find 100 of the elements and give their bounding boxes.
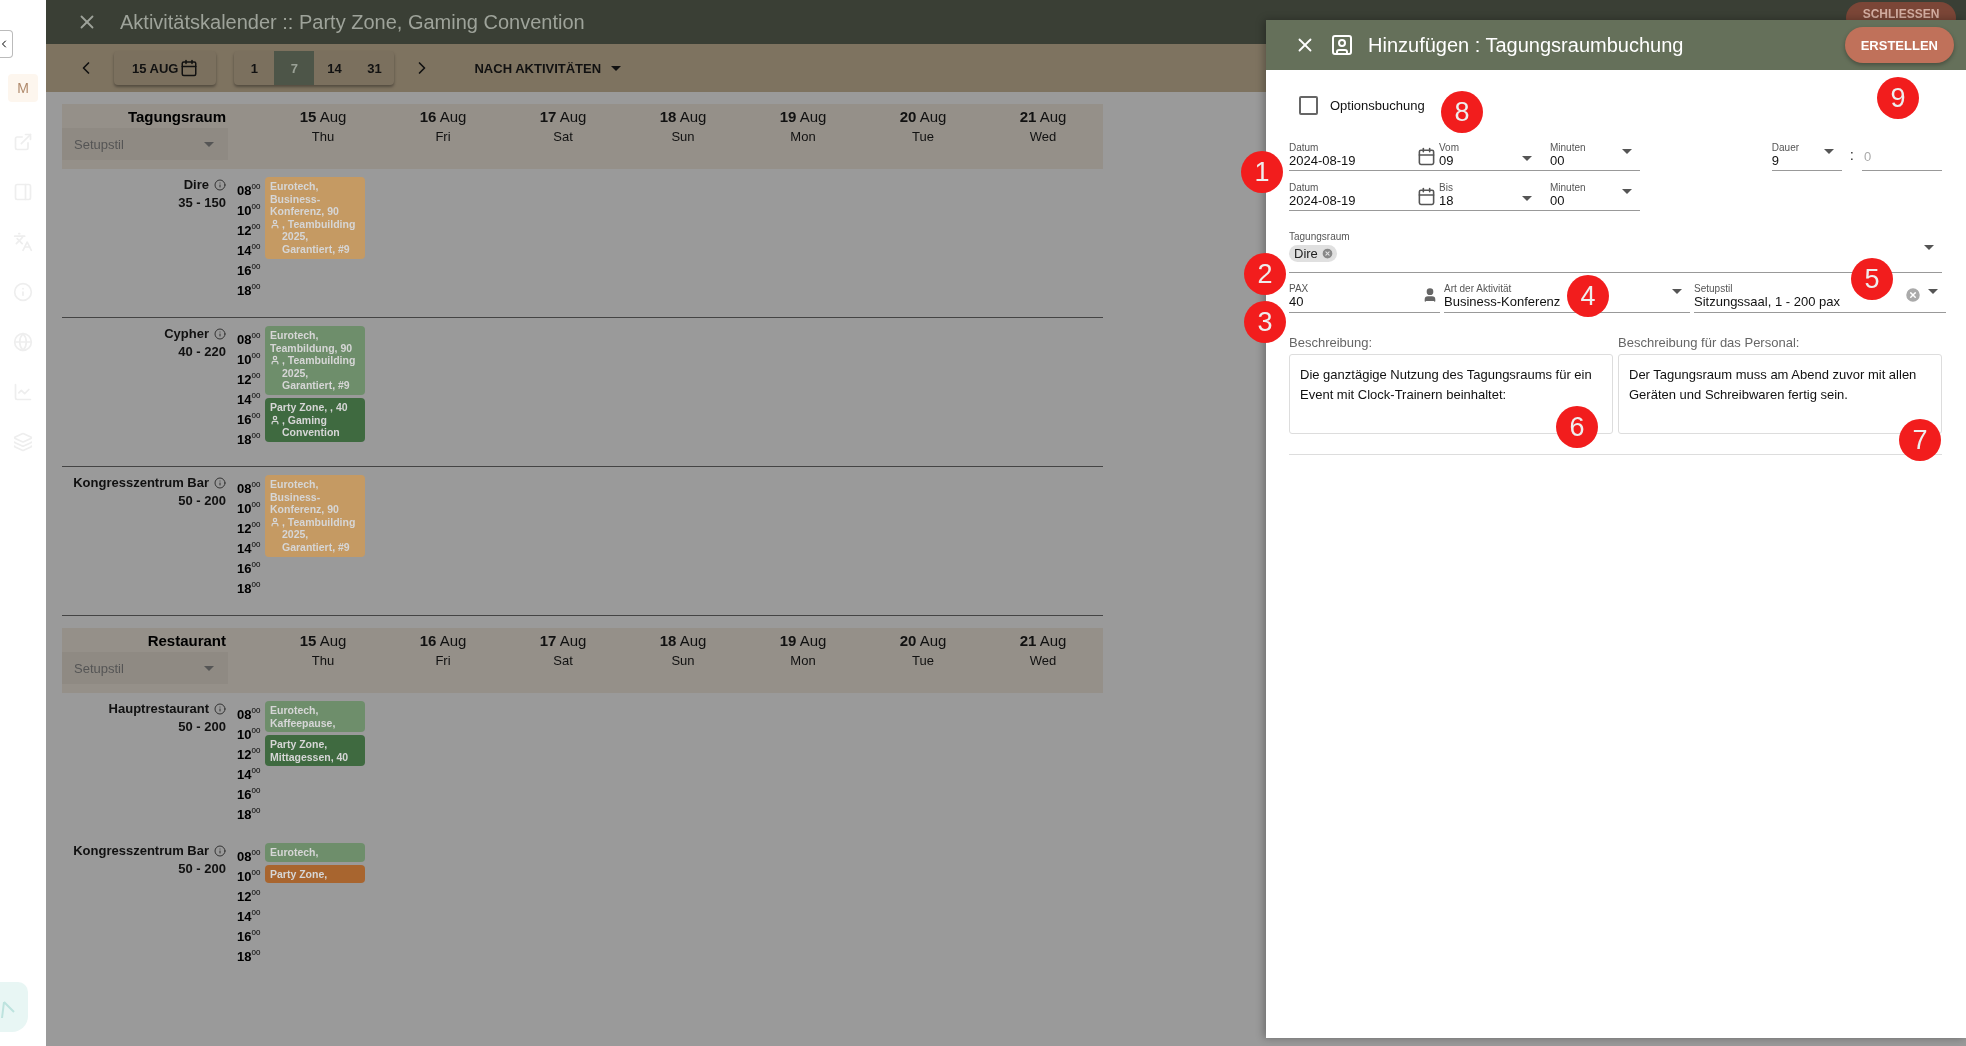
minute-select[interactable]: 00 [1550, 193, 1565, 208]
user-avatar[interactable]: M [8, 74, 38, 102]
minute-select[interactable]: 00 [1550, 153, 1565, 168]
activity-type-select[interactable]: Business-Konferenz [1444, 294, 1561, 309]
info-icon[interactable] [214, 476, 226, 489]
field-label: Datum [1289, 182, 1319, 193]
dropdown-caret-icon [611, 65, 622, 71]
event-text: , Teambuilding 2025, Garantiert, #9 [282, 515, 357, 554]
group-title: Tagungsraum [126, 107, 227, 125]
room-capacity: 50 - 200 [178, 719, 226, 734]
day-date: 21 Aug [1019, 108, 1067, 125]
room-name: Dire [183, 177, 209, 192]
field-label: Art der Aktivität [1444, 283, 1512, 294]
hour-select[interactable]: 09 [1439, 153, 1454, 168]
range-tab[interactable]: 1 [234, 51, 275, 85]
room-capacity: 50 - 200 [178, 861, 226, 876]
dropdown-caret-icon[interactable] [1622, 189, 1632, 194]
room-chip[interactable]: Dire [1289, 245, 1337, 262]
weekday: Tue [912, 653, 934, 668]
field-label: Minuten [1550, 182, 1586, 193]
time-separator: : [1849, 146, 1854, 165]
dropdown-caret-icon[interactable] [1672, 289, 1682, 294]
time-label: 12$^{00}$ [237, 370, 262, 386]
time-label: 08$^{00}$ [237, 705, 262, 721]
info-icon[interactable] [214, 702, 226, 715]
info-icon[interactable] [214, 844, 226, 857]
calendar-icon[interactable] [1417, 147, 1436, 166]
day-date: 17 Aug [539, 632, 587, 649]
event-block[interactable]: Eurotech, Kaffeepause, [265, 701, 365, 733]
field-label: Dauer [1771, 142, 1800, 153]
remove-chip-icon[interactable] [1320, 247, 1334, 260]
time-label: 18$^{00}$ [237, 805, 262, 821]
dropdown-caret-icon[interactable] [1823, 149, 1834, 154]
dropdown-caret-icon[interactable] [1928, 289, 1938, 294]
pax-field[interactable]: 40 [1289, 294, 1304, 309]
weekday: Tue [912, 129, 934, 144]
event-block[interactable]: Party Zone, , 40 , Gaming Convention [265, 397, 365, 442]
annotation-marker: 8 [1441, 91, 1483, 133]
time-label: 18$^{00}$ [237, 430, 262, 446]
room-name: Cypher [164, 326, 209, 341]
dropdown-caret-icon[interactable] [1522, 196, 1532, 201]
dialog-title: Hinzufügen : Tagungsraumbuchung [1368, 33, 1685, 57]
dropdown-caret-icon[interactable] [1522, 156, 1532, 161]
day-date: 15 Aug [299, 632, 347, 649]
event-block[interactable]: Eurotech, Teambildung, 90 , Teambuilding 2025, Garantiert, #9 [265, 326, 365, 395]
event-block[interactable]: Eurotech, [265, 843, 365, 862]
time-label: 12$^{00}$ [237, 887, 262, 903]
checkbox[interactable] [1299, 96, 1318, 115]
date-field[interactable]: 2024-08-19 [1289, 193, 1356, 208]
room-name: Kongresszentrum Bar [73, 475, 209, 490]
hour-select[interactable]: 18 [1439, 193, 1454, 208]
time-label: 18$^{00}$ [237, 281, 262, 297]
event-text: Eurotech, Kaffeepause, [270, 704, 337, 730]
person-card-icon [1330, 33, 1354, 57]
time-label: 14$^{00}$ [237, 390, 262, 406]
weekday: Fri [435, 653, 451, 668]
range-tab[interactable]: 7 [274, 51, 315, 85]
weekday: Mon [790, 129, 816, 144]
collapse-button[interactable] [0, 30, 13, 58]
page-title: Aktivitätskalender :: Party Zone, Gaming Convention [120, 10, 585, 34]
field-label: Vom [1439, 142, 1459, 153]
event-text: Eurotech, Business-Konferenz, 90 [270, 478, 340, 516]
field-label: Minuten [1550, 142, 1586, 153]
person-icon [270, 355, 280, 366]
dropdown-caret-icon[interactable] [1622, 149, 1632, 154]
range-tab[interactable]: 31 [354, 51, 395, 85]
setup-style-filter[interactable]: Setupstil [62, 128, 228, 160]
clear-icon[interactable] [1904, 286, 1922, 304]
field-label: Tagungsraum [1289, 231, 1350, 242]
setup-style-select[interactable]: Sitzungssaal, 1 - 200 pax [1694, 294, 1840, 309]
range-tab[interactable]: 14 [314, 51, 355, 85]
event-block[interactable]: Party Zone, Mittagessen, 40 [265, 735, 365, 767]
room-capacity: 40 - 220 [178, 344, 226, 359]
annotation-marker: 5 [1851, 258, 1893, 300]
annotation-marker: 6 [1556, 406, 1598, 448]
annotation-marker: 4 [1567, 275, 1609, 317]
dropdown-caret-icon [204, 665, 214, 671]
event-text: , Teambuilding 2025, Garantiert, #9 [282, 354, 357, 392]
time-label: 14$^{00}$ [237, 765, 262, 781]
view-select[interactable]: NACH AKTIVITÄTEN [468, 59, 628, 77]
annotation-marker: 9 [1877, 77, 1919, 119]
person-icon [1422, 287, 1438, 303]
annotation-marker: 2 [1244, 253, 1286, 295]
time-label: 16$^{00}$ [237, 261, 262, 277]
weekday: Sat [553, 129, 573, 144]
info-icon[interactable] [214, 327, 226, 340]
date-picker-button[interactable]: 15 AUG [114, 51, 217, 85]
setup-style-filter[interactable]: Setupstil [62, 652, 228, 684]
day-date: 16 Aug [419, 632, 467, 649]
info-icon[interactable] [214, 178, 226, 191]
time-label: 18$^{00}$ [237, 579, 262, 595]
day-date: 15 Aug [299, 108, 347, 125]
calendar-icon[interactable] [1417, 187, 1436, 206]
date-field[interactable]: 2024-08-19 [1289, 153, 1356, 168]
create-button[interactable]: ERSTELLEN [1844, 27, 1954, 63]
time-label: 08$^{00}$ [237, 479, 262, 495]
duration-hours-select[interactable]: 9 [1771, 153, 1780, 168]
dropdown-caret-icon[interactable] [1924, 245, 1934, 250]
checkbox-label: Optionsbuchung [1330, 98, 1425, 113]
event-block[interactable]: Party Zone, [265, 864, 365, 884]
